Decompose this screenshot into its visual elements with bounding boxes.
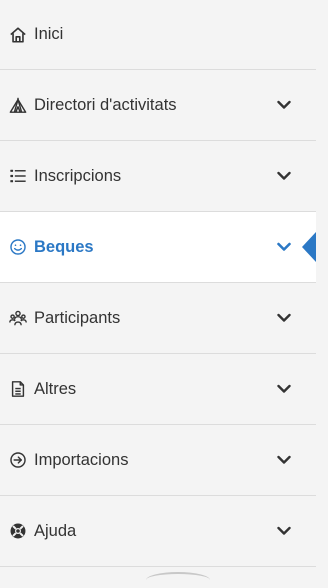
- smile-icon: [8, 237, 28, 257]
- sidebar-item-label: Participants: [34, 308, 121, 327]
- partial-bottom-element: [146, 572, 210, 588]
- chevron-down-icon[interactable]: [277, 455, 291, 465]
- sidebar-nav: Inici Directori d'activitats Inscripcion…: [0, 0, 316, 578]
- sidebar-item-altres[interactable]: Altres: [0, 354, 316, 425]
- chevron-down-icon[interactable]: [277, 242, 291, 252]
- sidebar-item-label: Directori d'activitats: [34, 95, 177, 114]
- active-indicator-arrow: [302, 232, 316, 262]
- sidebar-item-label: Altres: [34, 379, 77, 398]
- sidebar-item-label: Importacions: [34, 450, 129, 469]
- home-icon: [8, 25, 28, 45]
- lifebuoy-icon: [8, 521, 28, 541]
- users-icon: [8, 308, 28, 328]
- sidebar-item-directori-activitats[interactable]: Directori d'activitats: [0, 70, 316, 141]
- sidebar-item-label: Inici: [34, 25, 64, 43]
- sidebar-item-label: Inscripcions: [34, 166, 122, 185]
- circle-arrow-right-icon: [8, 450, 28, 470]
- chevron-down-icon[interactable]: [277, 171, 291, 181]
- chevron-down-icon[interactable]: [277, 384, 291, 394]
- sidebar-item-importacions[interactable]: Importacions: [0, 425, 316, 496]
- sidebar-item-inscripcions[interactable]: Inscripcions: [0, 141, 316, 212]
- sidebar-item-participants[interactable]: Participants: [0, 283, 316, 354]
- tent-icon: [8, 95, 28, 115]
- chevron-down-icon[interactable]: [277, 526, 291, 536]
- sidebar-item-beques[interactable]: Beques: [0, 212, 316, 283]
- sidebar-item-inici[interactable]: Inici: [0, 0, 316, 70]
- chevron-down-icon[interactable]: [277, 100, 291, 110]
- sidebar-item-label: Ajuda: [34, 521, 77, 540]
- sidebar-item-ajuda[interactable]: Ajuda: [0, 496, 316, 567]
- file-icon: [8, 379, 28, 399]
- list-icon: [8, 166, 28, 186]
- chevron-down-icon[interactable]: [277, 313, 291, 323]
- sidebar-item-label: Beques: [34, 237, 94, 256]
